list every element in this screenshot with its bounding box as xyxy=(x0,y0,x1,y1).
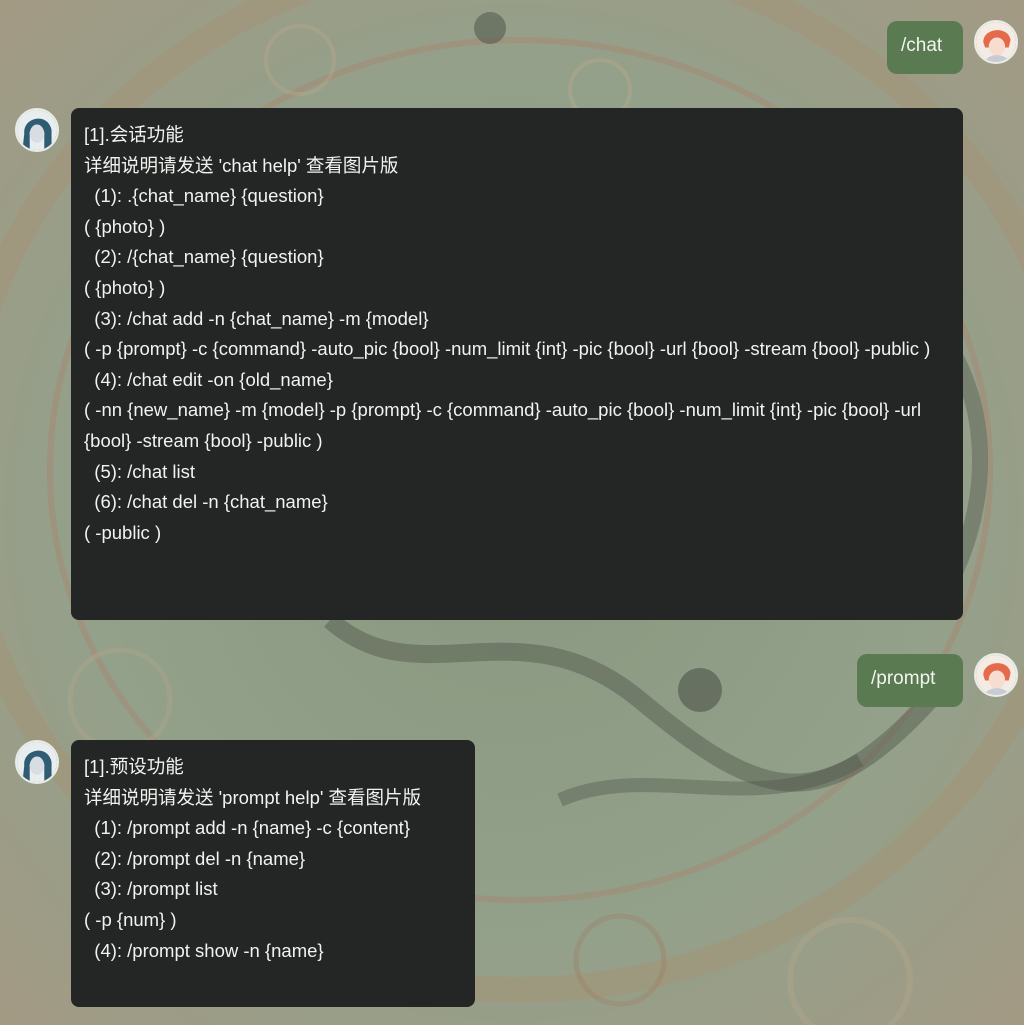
message-line: (1): /prompt add -n {name} -c {content} xyxy=(84,817,410,839)
message-line: (4): /chat edit -on {old_name} xyxy=(84,368,333,390)
bot-avatar-icon[interactable] xyxy=(15,740,59,784)
message-line: ( -p {prompt} -c {command} -auto_pic {bo… xyxy=(84,338,931,360)
user-message-text: /chat xyxy=(901,35,943,56)
user-message-chat: /chat xyxy=(887,21,963,74)
user-avatar-icon[interactable] xyxy=(974,653,1018,697)
message-line: (2): /{chat_name} {question} xyxy=(84,246,324,268)
message-line: (5): /chat list xyxy=(84,460,196,482)
message-line: ( {photo} ) xyxy=(84,276,166,298)
message-line: [1].会话功能 xyxy=(84,124,184,145)
message-line: ( -nn {new_name} -m {model} -p {prompt} … xyxy=(84,399,927,451)
bot-avatar-icon[interactable] xyxy=(15,108,59,152)
message-line: (3): /chat add -n {chat_name} -m {model} xyxy=(84,307,429,329)
message-line: (2): /prompt del -n {name} xyxy=(84,847,306,869)
user-message-prompt: /prompt xyxy=(857,654,963,707)
message-line: (3): /prompt list xyxy=(84,878,218,900)
bot-message-chat-help: [1].会话功能 详细说明请发送 'chat help' 查看图片版 (1): … xyxy=(71,108,963,620)
message-line: 详细说明请发送 'chat help' 查看图片版 xyxy=(84,154,399,176)
message-line: ( -p {num} ) xyxy=(84,908,177,930)
message-line: (6): /chat del -n {chat_name} xyxy=(84,491,328,513)
message-line: ( {photo} ) xyxy=(84,215,166,237)
user-avatar-icon[interactable] xyxy=(974,20,1018,64)
bot-message-prompt-help: [1].预设功能 详细说明请发送 'prompt help' 查看图片版 (1)… xyxy=(71,740,475,1007)
message-line: ( -public ) xyxy=(84,521,162,543)
message-line: (4): /prompt show -n {name} xyxy=(84,939,324,961)
message-line: (1): .{chat_name} {question} xyxy=(84,185,324,207)
message-line: [1].预设功能 xyxy=(84,756,184,777)
user-message-text: /prompt xyxy=(871,668,936,689)
message-line: 详细说明请发送 'prompt help' 查看图片版 xyxy=(84,786,422,808)
